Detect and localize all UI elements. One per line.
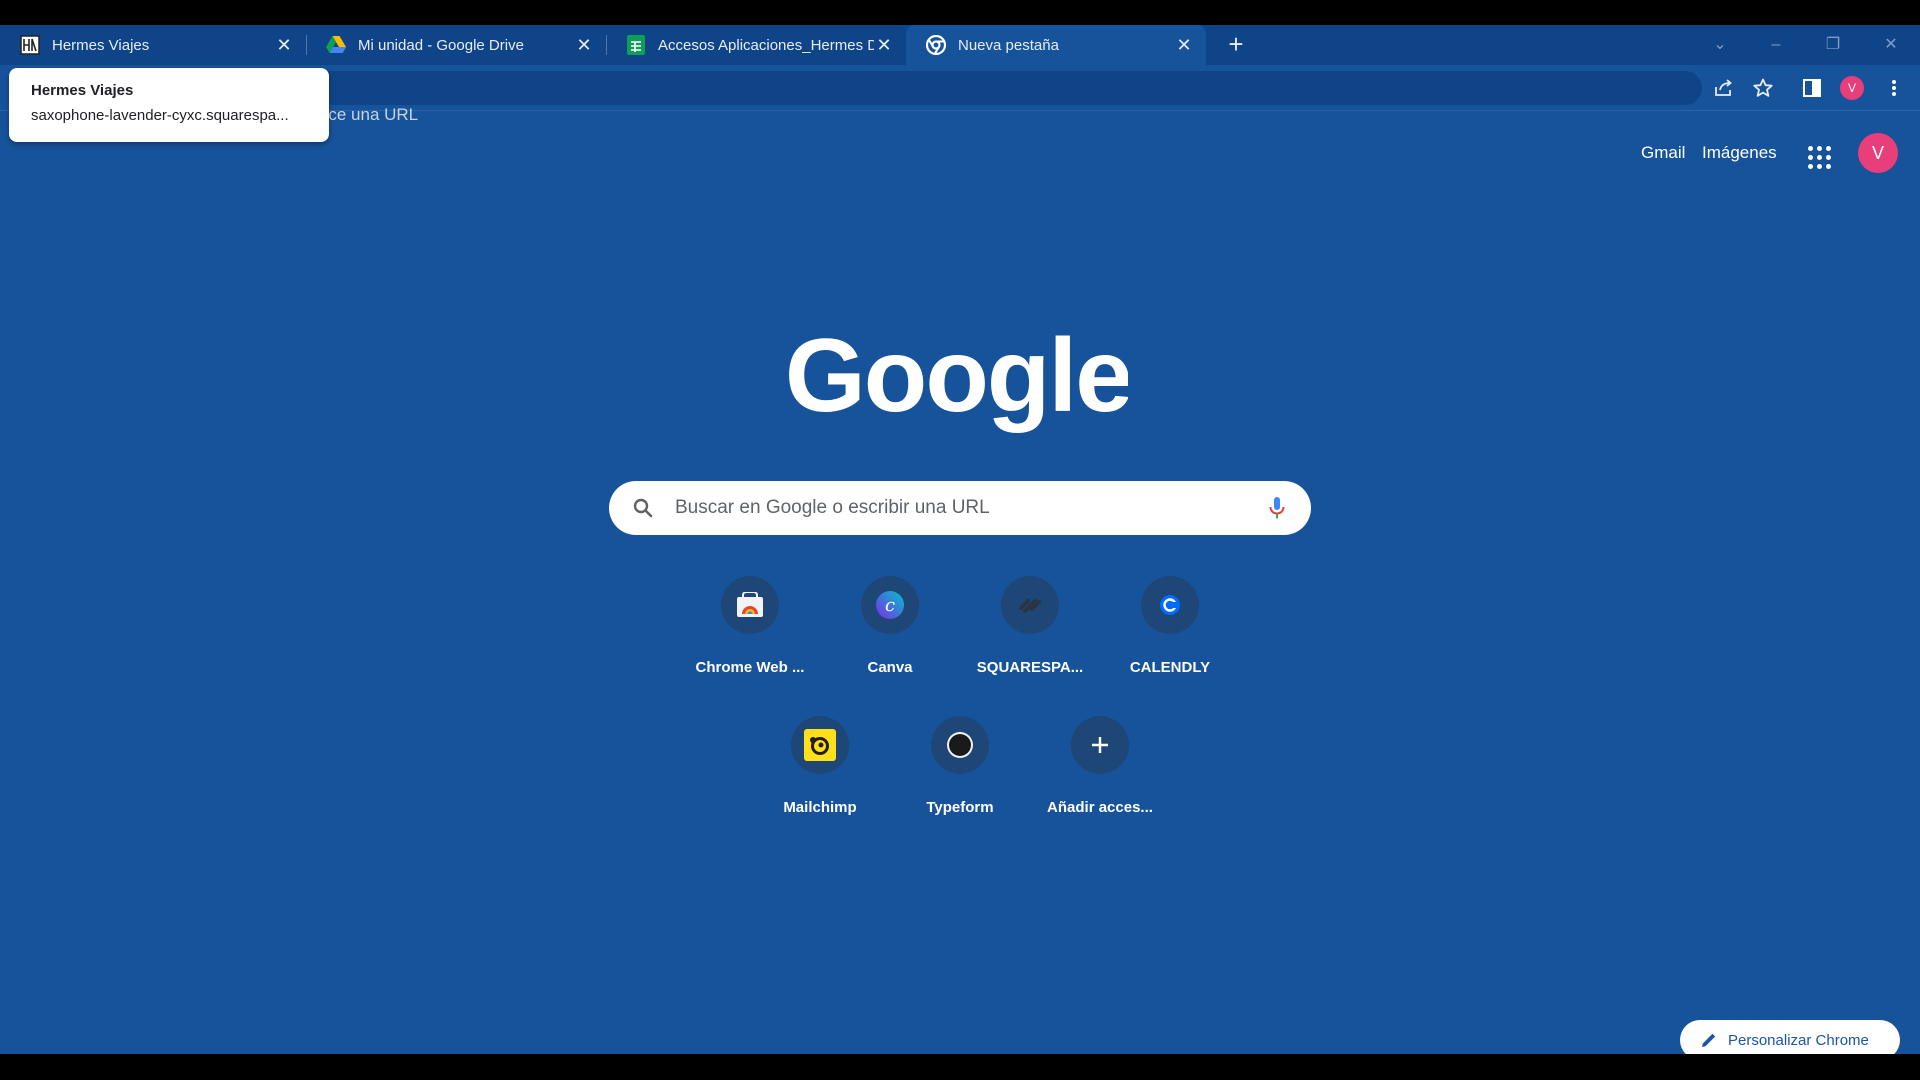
chrome-icon: [926, 35, 946, 55]
search-input[interactable]: Buscar en Google o escribir una URL: [675, 497, 990, 519]
calendly-icon: [1141, 576, 1199, 634]
bookmark-star-icon[interactable]: [1751, 76, 1775, 100]
shortcut-label: Canva: [867, 659, 913, 676]
new-tab-button[interactable]: +: [1222, 31, 1250, 59]
tooltip-title: Hermes Viajes: [31, 82, 134, 99]
add-icon: [1071, 716, 1129, 774]
shortcut-canva[interactable]: c Canva: [830, 576, 950, 696]
tab-hover-card: Hermes Viajes saxophone-lavender-cyxc.sq…: [9, 68, 329, 142]
tab-google-drive[interactable]: Mi unidad - Google Drive ✕: [306, 25, 606, 65]
google-sheets-icon: [626, 35, 646, 55]
profile-button[interactable]: V: [1840, 76, 1864, 100]
squarespace-icon: [1001, 576, 1059, 634]
search-box[interactable]: Buscar en Google o escribir una URL: [609, 481, 1311, 535]
tab-search-icon[interactable]: ⌄: [1708, 33, 1732, 57]
tab-strip: Hermes Viajes ✕ Mi unidad - Google Drive…: [0, 25, 1920, 65]
shortcut-label: Chrome Web ...: [695, 659, 805, 676]
shortcut-typeform[interactable]: Typeform: [900, 716, 1020, 836]
close-tab-icon[interactable]: ✕: [274, 35, 294, 55]
shortcut-label: Añadir acces...: [1047, 799, 1153, 816]
google-logo-text: Google: [788, 323, 1128, 434]
shortcut-add[interactable]: Añadir acces...: [1040, 716, 1160, 836]
minimize-icon[interactable]: –: [1764, 33, 1788, 57]
google-apps-icon[interactable]: [1803, 141, 1833, 171]
chrome-web-store-icon: [721, 576, 779, 634]
tab-title: Nueva pestaña: [958, 36, 1059, 54]
customize-chrome-button[interactable]: Personalizar Chrome: [1680, 1020, 1900, 1054]
shortcut-label: CALENDLY: [1129, 659, 1211, 676]
shortcut-mailchimp[interactable]: Mailchimp: [760, 716, 880, 836]
close-window-icon[interactable]: ✕: [1879, 33, 1903, 57]
account-avatar[interactable]: V: [1858, 133, 1898, 173]
google-drive-icon: [326, 35, 346, 55]
mailchimp-icon: [791, 716, 849, 774]
tab-accesos-aplicaciones[interactable]: Accesos Aplicaciones_Hermes Di ✕: [606, 25, 906, 65]
typeform-icon: [931, 716, 989, 774]
tab-title: Hermes Viajes: [52, 36, 150, 54]
customize-chrome-label: Personalizar Chrome: [1728, 1031, 1869, 1049]
side-panel-icon[interactable]: [1800, 76, 1824, 100]
shortcut-chrome-web-store[interactable]: Chrome Web ...: [690, 576, 810, 696]
tab-title: Mi unidad - Google Drive: [358, 36, 524, 54]
microphone-icon[interactable]: [1267, 496, 1287, 520]
close-tab-icon[interactable]: ✕: [574, 35, 594, 55]
close-tab-icon[interactable]: ✕: [874, 35, 894, 55]
tab-nueva-pestana[interactable]: Nueva pestaña ✕: [906, 25, 1206, 65]
restore-icon[interactable]: ❐: [1821, 33, 1845, 57]
avatar: V: [1840, 76, 1864, 100]
tab-hermes-viajes[interactable]: Hermes Viajes ✕: [0, 25, 306, 65]
images-link[interactable]: Imágenes: [1702, 133, 1777, 173]
screen-frame: Hermes Viajes ✕ Mi unidad - Google Drive…: [0, 0, 1920, 1080]
svg-text:c: c: [885, 595, 895, 616]
share-icon[interactable]: [1712, 76, 1736, 100]
canva-icon: c: [861, 576, 919, 634]
pencil-icon: [1702, 1033, 1716, 1047]
close-tab-icon[interactable]: ✕: [1174, 35, 1194, 55]
address-bar[interactable]: [272, 71, 1702, 105]
shortcut-calendly[interactable]: CALENDLY: [1110, 576, 1230, 696]
hermes-favicon-icon: [20, 35, 40, 55]
gmail-link[interactable]: Gmail: [1641, 133, 1685, 173]
more-menu-icon[interactable]: [1882, 76, 1906, 100]
shortcut-label: Mailchimp: [783, 799, 857, 816]
search-icon: [633, 498, 653, 518]
tab-title: Accesos Aplicaciones_Hermes Di: [658, 36, 874, 54]
browser-window: Hermes Viajes ✕ Mi unidad - Google Drive…: [0, 25, 1920, 1054]
shortcut-squarespace[interactable]: SQUARESPA...: [970, 576, 1090, 696]
shortcut-label: Typeform: [926, 799, 994, 816]
shortcut-label: SQUARESPA...: [976, 659, 1084, 676]
google-logo: Google: [788, 323, 1128, 434]
tooltip-url: saxophone-lavender-cyxc.squarespa...: [31, 107, 289, 124]
